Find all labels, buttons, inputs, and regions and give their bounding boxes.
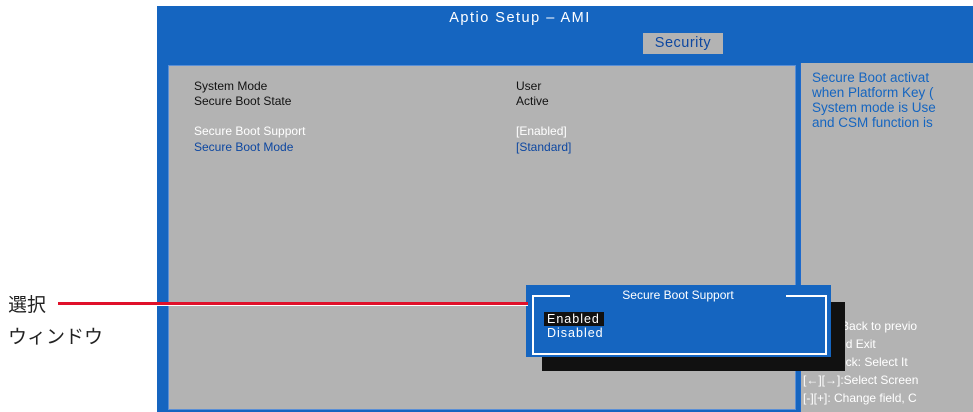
selection-dialog[interactable]: Secure Boot Support Enabled Disabled — [526, 285, 831, 357]
help-line: Secure Boot activat — [812, 70, 930, 85]
annotation-leader-line — [58, 302, 528, 305]
setting-label: System Mode — [194, 79, 268, 93]
title-bar: Aptio Setup – AMI Security — [157, 6, 973, 54]
bios-screen: Aptio Setup – AMI Security System Mode U… — [157, 6, 973, 412]
setting-value[interactable]: [Enabled] — [516, 124, 567, 138]
annotation-label: 選択 — [8, 295, 47, 316]
option-disabled[interactable]: Disabled — [547, 326, 604, 340]
dialog-title: Secure Boot Support — [570, 287, 786, 303]
setting-label: Secure Boot Support — [194, 124, 306, 138]
help-line: and CSM function is — [812, 115, 933, 130]
key-hint: [←][→]:Select Screen — [803, 373, 919, 387]
tab-security[interactable]: Security — [643, 33, 723, 54]
help-line: System mode is Use — [812, 100, 936, 115]
option-enabled[interactable]: Enabled — [544, 312, 604, 326]
setting-label: Secure Boot Mode — [194, 140, 294, 154]
help-line: when Platform Key ( — [812, 85, 934, 100]
setting-label: Secure Boot State — [194, 94, 292, 108]
setting-value: Active — [516, 94, 549, 108]
annotation-label: ウィンドウ — [8, 327, 104, 348]
app-title: Aptio Setup – AMI — [449, 10, 591, 26]
help-text: Secure Boot activat when Platform Key ( … — [812, 70, 973, 130]
key-hint: [-][+]: Change field, C — [803, 391, 917, 405]
setting-value: User — [516, 79, 542, 93]
setting-value[interactable]: [Standard] — [516, 140, 571, 154]
